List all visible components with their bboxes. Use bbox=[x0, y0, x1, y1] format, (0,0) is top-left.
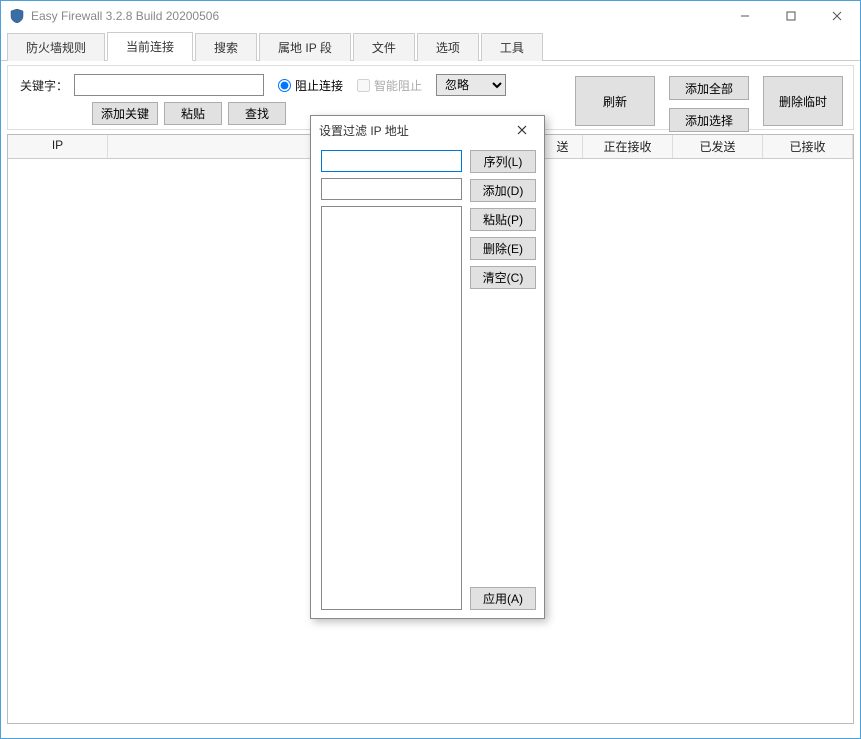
dialog-titlebar: 设置过滤 IP 地址 bbox=[311, 116, 544, 144]
minimize-button[interactable] bbox=[722, 1, 768, 31]
dialog-clear-button[interactable]: 清空(C) bbox=[470, 266, 536, 289]
tab-options[interactable]: 选项 bbox=[417, 33, 479, 61]
find-button[interactable]: 查找 bbox=[228, 102, 286, 125]
add-keyword-button[interactable]: 添加关键 bbox=[92, 102, 158, 125]
col-ip[interactable]: IP bbox=[8, 135, 108, 158]
dialog-apply-button[interactable]: 应用(A) bbox=[470, 587, 536, 610]
dialog-close-button[interactable] bbox=[508, 120, 536, 140]
tab-ip-region[interactable]: 属地 IP 段 bbox=[259, 33, 351, 61]
col-sending[interactable]: 送 bbox=[543, 135, 583, 158]
dialog-title-text: 设置过滤 IP 地址 bbox=[319, 122, 409, 139]
add-all-button[interactable]: 添加全部 bbox=[669, 76, 749, 100]
refresh-button[interactable]: 刷新 bbox=[575, 76, 655, 126]
ignore-dropdown[interactable]: 忽略 bbox=[436, 74, 506, 96]
dialog-paste-button[interactable]: 粘贴(P) bbox=[470, 208, 536, 231]
tab-file[interactable]: 文件 bbox=[353, 33, 415, 61]
dialog-input-2[interactable] bbox=[321, 178, 462, 200]
add-selected-button[interactable]: 添加选择 bbox=[669, 108, 749, 132]
delete-temp-button[interactable]: 删除临时 bbox=[763, 76, 843, 126]
keyword-label: 关键字： bbox=[20, 77, 68, 94]
tab-firewall-rules[interactable]: 防火墙规则 bbox=[7, 33, 105, 61]
close-button[interactable] bbox=[814, 1, 860, 31]
titlebar: Easy Firewall 3.2.8 Build 20200506 bbox=[1, 1, 860, 31]
radio-block-connection-input[interactable] bbox=[278, 79, 291, 92]
checkbox-smart-block-input[interactable] bbox=[357, 79, 370, 92]
col-receiving[interactable]: 正在接收 bbox=[583, 135, 673, 158]
tab-current-connections[interactable]: 当前连接 bbox=[107, 32, 193, 61]
paste-button[interactable]: 粘贴 bbox=[164, 102, 222, 125]
dialog-add-button[interactable]: 添加(D) bbox=[470, 179, 536, 202]
filter-ip-dialog: 设置过滤 IP 地址 序列(L) 添加(D) 粘贴(P) 删除(E) 清空(C)… bbox=[310, 115, 545, 619]
app-icon bbox=[9, 8, 25, 24]
tab-bar: 防火墙规则 当前连接 搜索 属地 IP 段 文件 选项 工具 bbox=[1, 33, 860, 61]
col-sent[interactable]: 已发送 bbox=[673, 135, 763, 158]
dialog-ip-list[interactable] bbox=[321, 206, 462, 610]
window-controls bbox=[722, 1, 860, 31]
tab-tools[interactable]: 工具 bbox=[481, 33, 543, 61]
window-title: Easy Firewall 3.2.8 Build 20200506 bbox=[31, 9, 219, 23]
dialog-input-1[interactable] bbox=[321, 150, 462, 172]
checkbox-smart-block[interactable]: 智能阻止 bbox=[357, 77, 422, 94]
keyword-input[interactable] bbox=[74, 74, 264, 96]
dialog-sequence-button[interactable]: 序列(L) bbox=[470, 150, 536, 173]
radio-block-connection[interactable]: 阻止连接 bbox=[278, 77, 343, 94]
tab-search[interactable]: 搜索 bbox=[195, 33, 257, 61]
dialog-delete-button[interactable]: 删除(E) bbox=[470, 237, 536, 260]
maximize-button[interactable] bbox=[768, 1, 814, 31]
col-received[interactable]: 已接收 bbox=[763, 135, 853, 158]
